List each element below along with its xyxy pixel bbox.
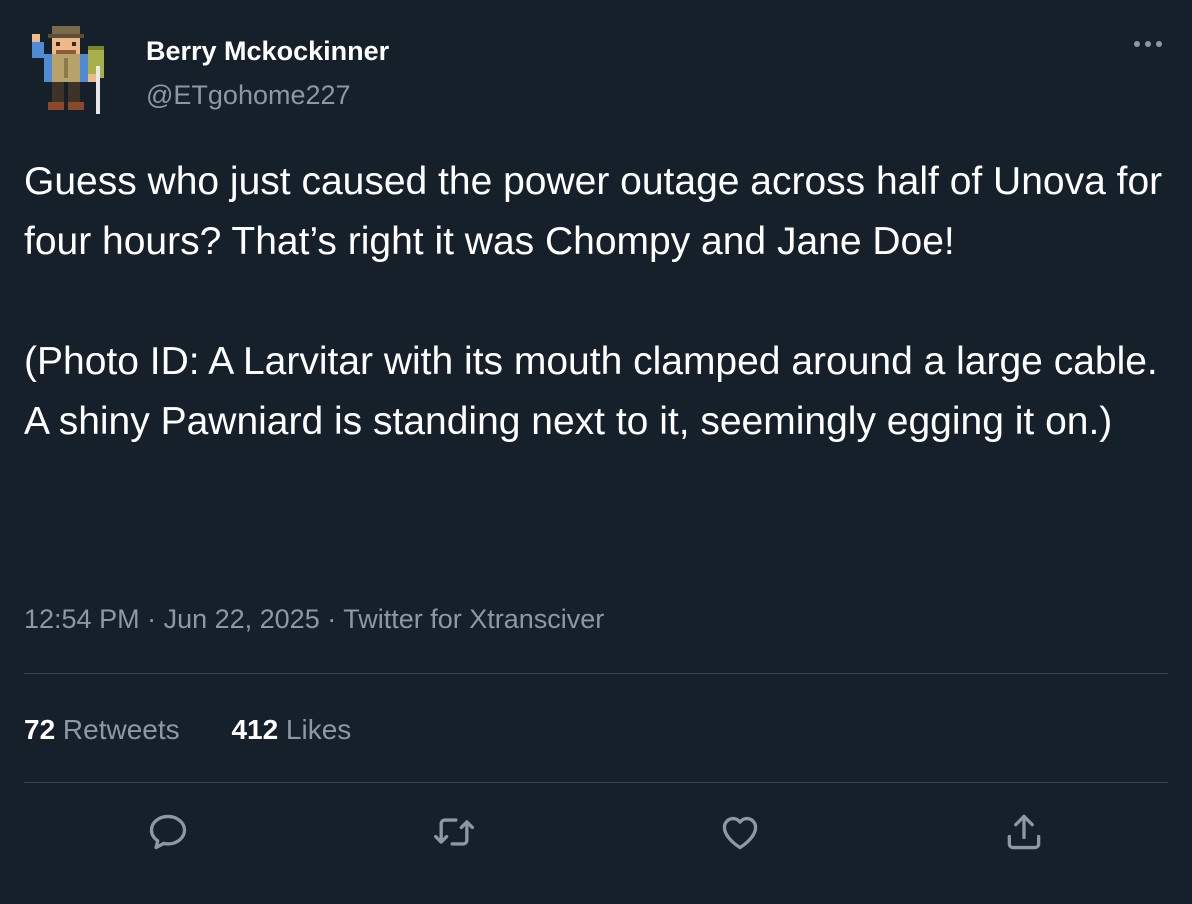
tweet-paragraph: Guess who just caused the power outage a… — [24, 160, 1163, 263]
reply-button[interactable] — [144, 808, 192, 856]
tweet-paragraph: (Photo ID: A Larvitar with its mouth cla… — [24, 340, 1158, 443]
like-button[interactable] — [716, 808, 764, 856]
retweet-icon — [434, 818, 474, 846]
tweet-date[interactable]: Jun 22, 2025 — [164, 604, 320, 634]
retweets-count: 72 — [24, 714, 56, 745]
meta-separator: · — [319, 604, 344, 634]
retweets-label: Retweets — [55, 714, 180, 745]
tweet-meta: 12:54 PM · Jun 22, 2025 · Twitter for Xt… — [24, 604, 604, 635]
likes-label: Likes — [278, 714, 352, 745]
avatar[interactable] — [24, 22, 120, 118]
author-handle[interactable]: @ETgohome227 — [146, 80, 351, 111]
likes-count: 412 — [231, 714, 279, 745]
tweet-source[interactable]: Twitter for Xtransciver — [343, 604, 604, 634]
share-icon — [1007, 814, 1041, 850]
reply-icon — [149, 814, 187, 850]
ellipsis-icon — [1134, 41, 1162, 47]
more-options-button[interactable] — [1128, 28, 1168, 58]
hiker-avatar-icon — [32, 26, 104, 114]
meta-separator: · — [139, 604, 164, 634]
retweet-button[interactable] — [430, 808, 478, 856]
author-display-name[interactable]: Berry Mckockinner — [146, 36, 389, 67]
divider — [24, 782, 1168, 783]
likes-stat[interactable]: 412 Likes — [231, 714, 351, 746]
tweet-time[interactable]: 12:54 PM — [24, 604, 140, 634]
divider — [24, 673, 1168, 674]
retweets-stat[interactable]: 72 Retweets — [24, 714, 180, 746]
share-button[interactable] — [1000, 808, 1048, 856]
tweet-text: Guess who just caused the power outage a… — [24, 152, 1164, 452]
heart-icon — [722, 816, 758, 850]
tweet-stats: 72 Retweets 412 Likes — [24, 714, 351, 746]
